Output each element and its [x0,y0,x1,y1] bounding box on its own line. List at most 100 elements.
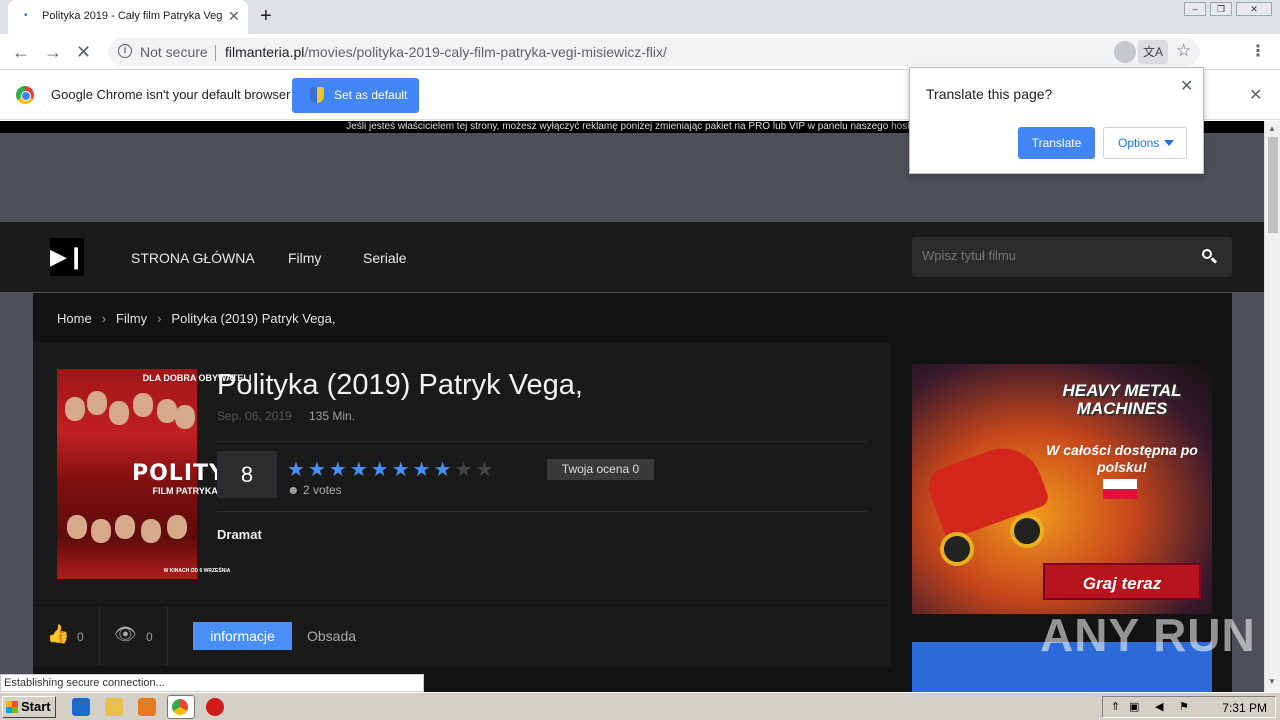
ad-brand: HEAVY METAL MACHINES [1062,381,1182,418]
tab-cast[interactable]: Obsada [307,628,356,644]
like-count: 0 [77,630,84,644]
url-host: filmanteria.pl [225,44,305,60]
genre[interactable]: Dramat [217,527,262,542]
back-button[interactable]: ← [12,42,30,63]
breadcrumb-movies[interactable]: Filmy [116,311,147,326]
url-text[interactable]: filmanteria.pl/movies/polityka-2019-caly… [225,44,667,60]
site-header: ▶❙ STRONA GŁÓWNA Filmy Seriale [0,222,1264,292]
advertisement-banner[interactable]: HEAVY METAL MACHINES W całości dostępna … [912,364,1212,614]
divider [217,511,867,512]
star-icon[interactable]: ★ [287,459,308,481]
breadcrumb-home[interactable]: Home [57,311,92,326]
set-default-label: Set as default [334,88,408,102]
chevron-down-icon [1164,140,1174,146]
ad-cta-button[interactable]: Graj teraz [1043,563,1201,600]
breadcrumb: Home › Filmy › Polityka (2019) Patryk Vega, [57,311,335,326]
infobar-close-icon[interactable]: ✕ [1249,85,1262,105]
star-rating[interactable]: ★★★★★★★★★★ [287,457,496,482]
view-group: 👁 0 [100,606,168,666]
movie-poster[interactable]: DLA DOBRA OBYWATELI POLITYKA FILM PATRYK… [57,369,261,579]
translate-title: Translate this page? [926,86,1053,102]
menu-icon[interactable]: ⋮ [1250,41,1266,61]
star-icon[interactable]: ★ [350,459,371,481]
flag-icon[interactable]: ⚑ [1179,700,1189,713]
bookmark-star-icon[interactable]: ☆ [1176,41,1191,61]
translate-popup: Translate this page? ✕ Translate Options [909,67,1204,174]
tray-arrow-icon[interactable]: ⇑ [1111,700,1120,713]
page-scrollbar[interactable]: ▲ ▼ [1264,121,1280,692]
volume-icon[interactable]: ◀ [1155,700,1163,713]
search-icon[interactable] [1200,247,1220,267]
address-bar[interactable]: i Not secure filmanteria.pl/movies/polit… [108,38,1200,66]
ie-icon[interactable] [72,698,90,716]
star-icon[interactable]: ★ [371,459,392,481]
tab-close-icon[interactable]: ✕ [228,8,240,25]
tab-information[interactable]: informacje [193,622,292,650]
star-icon[interactable]: ★ [392,459,413,481]
chevron-right-icon: › [157,311,162,326]
thumbs-up-icon[interactable]: 👍 [47,624,69,645]
tab-strip: • Polityka 2019 - Cały film Patryka Veg … [0,0,1280,34]
nav-movies[interactable]: Filmy [288,250,321,266]
browser-toolbar: ← → ✕ i Not secure filmanteria.pl/movies… [0,34,1280,70]
user-rating-badge: Twoja ocena 0 [547,459,654,480]
divider [217,441,867,442]
star-icon[interactable]: ★ [329,459,350,481]
status-bubble: Establishing secure connection... [0,674,424,692]
translate-button[interactable]: Translate [1018,127,1095,159]
system-tray: ⇑ ▣ ◀ ⚑ 7:31 PM [1102,696,1276,718]
watermark: ANY RUN [1040,609,1256,661]
maximize-button[interactable]: ❐ [1210,2,1232,16]
tab-title: Polityka 2019 - Cały film Patryka Veg [42,10,222,22]
breadcrumb-current[interactable]: Polityka (2019) Patryk Vega, [171,311,335,326]
media-player-icon[interactable] [138,698,156,716]
options-label: Options [1118,136,1160,150]
scroll-thumb[interactable] [1268,137,1278,233]
score-badge: 8 [217,451,277,498]
translate-options-button[interactable]: Options [1103,127,1187,159]
loading-icon: • [24,10,28,21]
minimize-button[interactable]: – [1184,2,1206,16]
search-input[interactable] [922,248,1182,263]
set-default-button[interactable]: Set as default [292,78,419,113]
folder-icon[interactable] [105,698,123,716]
user-icon: ☻ [287,483,300,497]
info-icon[interactable]: i [118,44,132,58]
polish-flag-icon [1103,479,1137,499]
search-box [912,237,1232,277]
movie-title: Polityka (2019) Patryk Vega, [217,369,583,401]
nav-home[interactable]: STRONA GŁÓWNA [131,250,255,266]
release-date: Sep. 06, 2019 [217,409,292,423]
star-icon[interactable]: ★ [413,459,434,481]
movie-details: DLA DOBRA OBYWATELI POLITYKA FILM PATRYK… [33,343,891,605]
chrome-icon [172,699,188,715]
like-group[interactable]: 👍 0 [33,606,100,666]
translate-icon[interactable]: 文A [1138,40,1168,64]
stop-button[interactable]: ✕ [76,42,91,63]
scroll-down-icon[interactable]: ▼ [1268,677,1276,686]
browser-tab[interactable]: • Polityka 2019 - Cały film Patryka Veg … [8,0,248,34]
url-path: /movies/polityka-2019-caly-film-patryka-… [304,44,667,60]
star-icon[interactable]: ★ [455,459,476,481]
close-window-button[interactable]: ✕ [1236,2,1272,16]
forward-button[interactable]: → [44,42,62,63]
new-tab-button[interactable]: + [260,5,272,28]
profile-avatar-icon[interactable] [1114,41,1136,63]
duration: 135 Min. [309,409,356,423]
star-icon[interactable]: ★ [308,459,329,481]
windows-taskbar: Start ⇑ ▣ ◀ ⚑ 7:31 PM [0,692,1280,720]
site-logo[interactable]: ▶❙ [50,238,85,276]
start-button[interactable]: Start [2,696,56,718]
star-icon[interactable]: ★ [475,459,496,481]
ad-notice-text: Jeśli jesteś właścicielem tej strony, mo… [346,121,892,132]
network-icon[interactable]: ▣ [1129,700,1139,713]
shield-icon [310,87,324,103]
star-icon[interactable]: ★ [434,459,455,481]
translate-close-icon[interactable]: ✕ [1180,76,1193,96]
scroll-up-icon[interactable]: ▲ [1268,124,1276,133]
stop-app-icon[interactable] [206,698,224,716]
vote-count-text: 2 votes [302,483,342,497]
nav-series[interactable]: Seriale [363,250,407,266]
not-secure-label[interactable]: Not secure [140,44,208,60]
ad-tagline: W całości dostępna po polsku! [1046,442,1198,475]
